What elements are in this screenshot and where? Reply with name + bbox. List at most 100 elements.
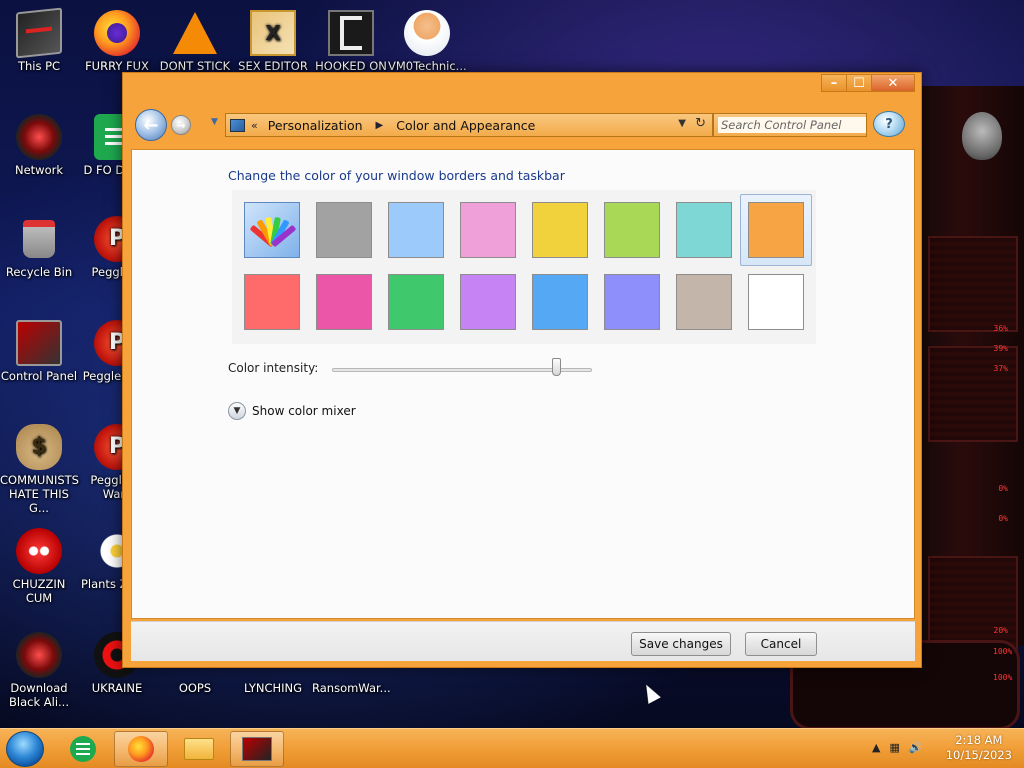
gadget-reading: 100% <box>993 673 1013 682</box>
chevron-down-icon[interactable]: ▼ <box>678 118 686 129</box>
gadget-panel: 20% <box>928 556 1018 652</box>
desktop-icon-furry-fux[interactable]: FURRY FUX <box>78 10 156 73</box>
swatch-pumpkin[interactable] <box>740 194 812 266</box>
desktop-icon-control-panel[interactable]: Control Panel <box>0 320 78 383</box>
swatch-blush[interactable] <box>236 266 308 338</box>
breadcrumb-overflow[interactable]: « <box>251 119 258 132</box>
swatch-twilight[interactable] <box>452 194 524 266</box>
swatch-frost[interactable] <box>740 266 812 338</box>
show-hidden-icons-button[interactable]: ▲ <box>872 741 880 754</box>
swatch-custom[interactable] <box>236 194 308 266</box>
control-panel-icon <box>16 320 62 366</box>
help-icon[interactable]: ? <box>873 111 905 137</box>
breadcrumb-personalization[interactable]: Personalization <box>268 118 363 133</box>
back-button[interactable]: ← <box>135 109 167 141</box>
main-content: Change the color of your window borders … <box>131 149 915 619</box>
slider-thumb[interactable] <box>551 358 561 376</box>
taskbar-item-control-panel[interactable] <box>230 731 284 767</box>
color-swatch <box>460 274 516 330</box>
desktop-icon-label: DONT STICK <box>159 59 231 73</box>
color-appearance-window: – ☐ ✕ ← → ▼ « Personalization ▶ Color an… <box>122 72 922 668</box>
volume-icon[interactable]: 🔊 <box>909 741 923 754</box>
search-input[interactable] <box>718 117 866 133</box>
alienware-icon <box>962 112 1002 160</box>
swatch-leaf[interactable] <box>596 194 668 266</box>
desktop-icon-label: Download Black Ali... <box>9 681 69 709</box>
desktop-icon-communists[interactable]: $ COMMUNISTS HATE THIS G... <box>0 424 79 515</box>
desktop-icon-label: This PC <box>17 59 61 73</box>
vlc-icon <box>173 12 217 54</box>
color-swatch <box>532 202 588 258</box>
desktop-icon-dont-stick[interactable]: DONT STICK <box>156 10 234 73</box>
color-swatch <box>388 202 444 258</box>
maximize-button[interactable]: ☐ <box>846 74 872 92</box>
recycle-bin-icon <box>23 220 55 258</box>
computer-icon <box>16 7 62 59</box>
swatch-slate[interactable] <box>308 194 380 266</box>
taskbar-item-explorer[interactable] <box>172 731 226 767</box>
desktop-icon-label: CHUZZIN CUM <box>12 577 66 605</box>
desktop-icon-hooked-on[interactable]: HOOKED ON <box>312 10 390 73</box>
minimize-button[interactable]: – <box>821 74 847 92</box>
network-icon <box>16 114 62 160</box>
hxd-icon: X <box>250 10 296 56</box>
network-icon[interactable]: ▦ <box>889 741 899 754</box>
clock[interactable]: 2:18 AM 10/15/2023 <box>946 733 1012 763</box>
desktop-icon-sex-editor[interactable]: X SEX EDITOR <box>234 10 312 73</box>
taskbar: ▲ ▦ 🔊 2:18 AM 10/15/2023 <box>0 728 1024 768</box>
mouse-cursor <box>640 681 661 704</box>
breadcrumb-color-appearance[interactable]: Color and Appearance <box>396 118 535 133</box>
gadget-reading: 20% <box>993 626 1008 635</box>
swatch-violet[interactable] <box>452 266 524 338</box>
desktop-icon-download-alien[interactable]: Download Black Ali... <box>0 632 78 709</box>
desktop-icon-label: Network <box>14 163 64 177</box>
control-panel-icon <box>230 118 245 132</box>
dialog-footer: Save changes Cancel <box>131 621 915 661</box>
recent-pages-dropdown[interactable]: ▼ <box>211 117 218 127</box>
alienware-icon <box>16 632 62 678</box>
gadget-panel: 36% <box>928 236 1018 333</box>
taskbar-item-notes[interactable] <box>56 731 110 767</box>
forward-button[interactable]: → <box>171 115 191 135</box>
swatch-taupe[interactable] <box>668 266 740 338</box>
refresh-icon[interactable]: ↻ <box>695 116 706 131</box>
desktop-icon-label: LYNCHING <box>243 681 303 695</box>
color-swatch <box>676 274 732 330</box>
swatch-fuchsia[interactable] <box>308 266 380 338</box>
show-color-mixer-toggle[interactable]: ▼ Show color mixer <box>228 402 356 420</box>
color-swatch <box>532 274 588 330</box>
start-button[interactable] <box>6 731 44 767</box>
swatch-blue[interactable] <box>524 266 596 338</box>
notes-icon <box>70 736 96 762</box>
swatch-emerald[interactable] <box>380 266 452 338</box>
taskbar-item-firefox[interactable] <box>114 731 168 767</box>
cancel-button[interactable]: Cancel <box>745 632 817 656</box>
color-swatch <box>676 202 732 258</box>
desktop-icon-label: OOPS <box>178 681 212 695</box>
color-swatch <box>244 274 300 330</box>
clock-time: 2:18 AM <box>955 733 1003 747</box>
desktop-icon-this-pc[interactable]: This PC <box>0 7 78 73</box>
folder-icon <box>184 738 214 760</box>
desktop-icon-label: UKRAINE <box>91 681 143 695</box>
desktop-icon-label: Recycle Bin <box>5 265 73 279</box>
search-box[interactable] <box>713 113 867 137</box>
swatch-sea[interactable] <box>668 194 740 266</box>
desktop-icon-recycle-bin[interactable]: Recycle Bin <box>0 216 78 279</box>
swatch-sun[interactable] <box>524 194 596 266</box>
swatch-sky[interactable] <box>380 194 452 266</box>
doctor-icon <box>404 10 450 56</box>
address-bar[interactable]: « Personalization ▶ Color and Appearance… <box>225 113 713 137</box>
save-changes-button[interactable]: Save changes <box>631 632 731 656</box>
desktop-icon-network[interactable]: Network <box>0 114 78 177</box>
close-button[interactable]: ✕ <box>871 74 915 92</box>
desktop-icon-label: HOOKED ON <box>315 59 387 73</box>
swatch-lavender[interactable] <box>596 266 668 338</box>
desktop-icon-vm0technic[interactable]: VM0Technic... <box>388 10 467 73</box>
desktop-icon-chuzzin[interactable]: CHUZZIN CUM <box>0 528 78 605</box>
chevron-right-icon[interactable]: ▶ <box>376 120 384 131</box>
color-swatch <box>316 202 372 258</box>
color-fan-icon <box>249 215 297 248</box>
gadget-reading: 0% <box>998 484 1008 493</box>
clock-date: 10/15/2023 <box>945 748 1012 762</box>
